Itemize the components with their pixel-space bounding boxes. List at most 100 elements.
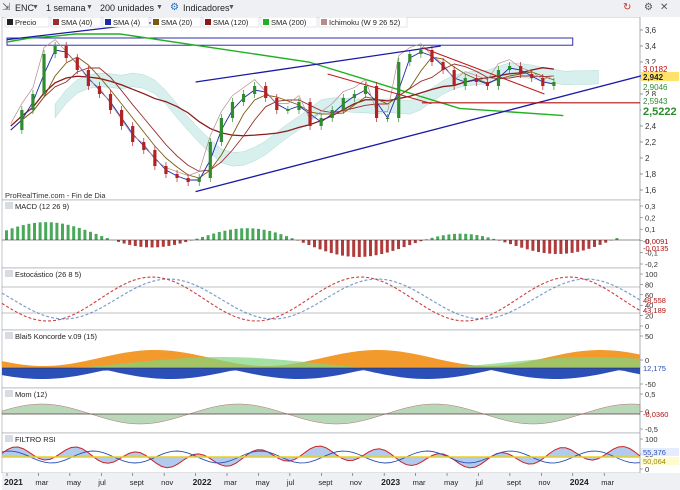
units-select[interactable]: 200 unidades xyxy=(98,2,156,14)
koncorde-title: Blai5 Koncorde v.09 (15) xyxy=(15,332,97,341)
chevron-down-icon[interactable]: ▼ xyxy=(228,2,235,14)
last-value-label: 2,9046 xyxy=(643,83,668,92)
panel-icon xyxy=(5,202,13,209)
legend-label: SMA (120) xyxy=(213,18,249,27)
candle-body xyxy=(219,118,223,142)
macd-bar xyxy=(268,230,272,240)
macd-bar xyxy=(94,233,98,240)
panel-frame xyxy=(1,199,641,269)
x-tick-label: may xyxy=(444,478,458,487)
macd-bar xyxy=(352,240,356,257)
candle-body xyxy=(474,78,478,82)
y-tick-label: 2,2 xyxy=(645,138,657,147)
macd-bar xyxy=(257,228,260,240)
x-tick-label: 2024 xyxy=(570,477,589,487)
macd-bar xyxy=(145,240,148,248)
macd-bar xyxy=(251,228,255,240)
indicators-icon[interactable]: ⚙ xyxy=(170,2,179,14)
macd-title: MACD (12 26 9) xyxy=(15,202,70,211)
chevron-down-icon[interactable]: ▼ xyxy=(86,2,93,14)
macd-bar xyxy=(217,232,221,240)
macd-bar xyxy=(55,222,59,240)
cursor-icon[interactable]: ⇲ xyxy=(2,2,10,14)
panel-icon xyxy=(5,435,13,442)
macd-bar xyxy=(167,240,171,246)
macd-bar xyxy=(374,240,378,256)
macd-bar xyxy=(313,240,316,248)
candle-body xyxy=(208,142,212,178)
candle-body xyxy=(286,110,290,111)
macd-bar xyxy=(593,240,596,247)
indicators-button[interactable]: Indicadores xyxy=(181,2,232,14)
candle-body xyxy=(452,70,456,86)
macd-bar xyxy=(77,227,81,240)
macd-bar xyxy=(453,233,456,240)
refresh-icon[interactable]: ↻ xyxy=(623,2,631,14)
macd-bar xyxy=(128,240,132,245)
candle-body xyxy=(319,118,323,126)
macd-bar xyxy=(49,222,53,240)
candle-body xyxy=(20,110,24,130)
y-tick-label: 0,3 xyxy=(645,202,655,211)
last-value-label: 12,175 xyxy=(643,364,666,373)
candle-body xyxy=(330,110,334,118)
macd-bar xyxy=(413,240,417,244)
candle-body xyxy=(86,70,90,86)
macd-bar xyxy=(357,240,361,257)
candle-body xyxy=(308,102,312,126)
y-tick-label: 0 xyxy=(645,322,649,331)
stochastic-title: Estocástico (26 8 5) xyxy=(15,270,82,279)
macd-bar xyxy=(587,240,591,249)
x-tick-label: jul xyxy=(474,478,483,487)
macd-bar xyxy=(66,224,70,240)
legend-label: SMA (4) xyxy=(113,18,141,27)
x-tick-label: nov xyxy=(350,478,362,487)
macd-bar xyxy=(520,240,524,248)
macd-bar xyxy=(173,240,176,245)
y-tick-label: 1,8 xyxy=(645,170,657,179)
candle-body xyxy=(108,94,113,110)
last-value-label: 50,064 xyxy=(643,457,666,466)
candle-body xyxy=(363,86,368,94)
macd-bar xyxy=(369,240,372,257)
x-tick-label: mar xyxy=(413,478,426,487)
period-select[interactable]: 1 semana xyxy=(44,2,88,14)
y-tick-label: -50 xyxy=(645,380,656,389)
candle-body xyxy=(253,86,257,94)
settings-icon[interactable]: ⚙ xyxy=(644,2,653,14)
macd-bar xyxy=(139,240,143,247)
macd-bar xyxy=(44,222,48,240)
close-icon[interactable]: ✕ xyxy=(660,2,668,14)
macd-bar xyxy=(285,236,288,240)
macd-bar xyxy=(408,240,412,246)
rsi-title: FILTRO RSI xyxy=(15,435,56,444)
macd-bar xyxy=(475,235,479,240)
candle-body xyxy=(120,110,124,126)
x-tick-label: mar xyxy=(35,478,48,487)
panel-icon xyxy=(5,390,13,397)
macd-bar xyxy=(565,240,568,254)
candle-body xyxy=(31,94,35,110)
macd-bar xyxy=(201,236,204,240)
macd-bar xyxy=(458,233,462,240)
panel-frame xyxy=(1,387,641,434)
macd-bar xyxy=(553,240,557,254)
macd-bar xyxy=(61,223,64,240)
macd-bar xyxy=(503,240,507,243)
candle-body xyxy=(64,46,68,58)
y-tick-label: 3,4 xyxy=(645,42,657,51)
macd-bar xyxy=(380,240,384,255)
x-tick-label: may xyxy=(67,478,81,487)
macd-bar xyxy=(469,234,473,240)
macd-bar xyxy=(363,240,367,257)
candle-body xyxy=(341,98,345,110)
chevron-down-icon[interactable]: ▼ xyxy=(32,2,39,14)
macd-bar xyxy=(397,240,400,250)
chart-area: 3,63,43,232,82,62,42,221,81,63,01822,942… xyxy=(0,17,680,490)
y-tick-label: -0,2 xyxy=(645,260,658,269)
y-tick-label: 0 xyxy=(645,465,649,474)
momentum-title: Mom (12) xyxy=(15,390,48,399)
macd-bar xyxy=(150,240,154,248)
macd-bar xyxy=(72,226,76,240)
chevron-down-icon[interactable]: ▼ xyxy=(156,2,163,14)
